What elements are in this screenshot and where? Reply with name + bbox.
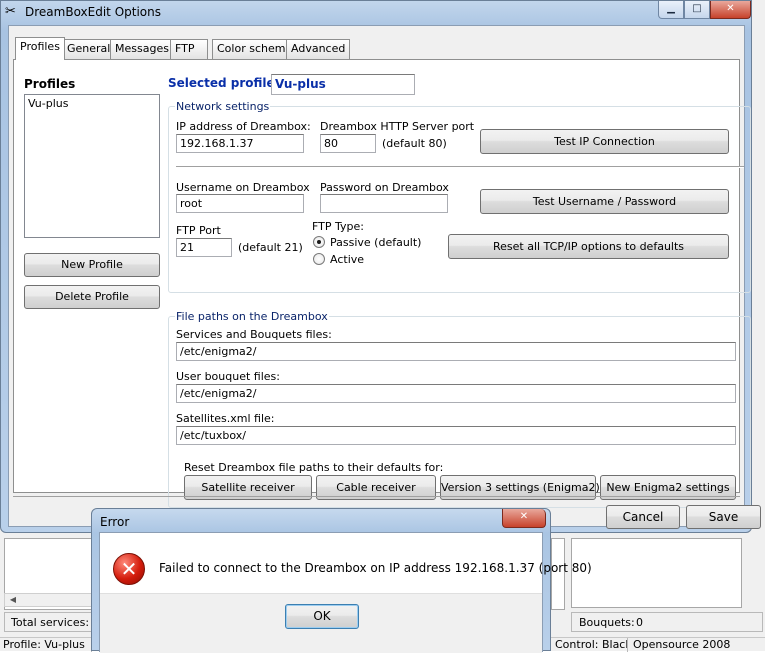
services-path-field[interactable]: /etc/enigma2/ — [176, 342, 736, 361]
error-title: Error — [100, 515, 130, 529]
username-label: Username on Dreambox — [176, 181, 310, 194]
error-icon: ✕ — [113, 553, 145, 585]
total-services-bar: Total services: — [4, 612, 96, 632]
tab-messages[interactable]: Messages — [110, 39, 174, 59]
http-port-default: (default 80) — [382, 137, 447, 150]
http-port-field[interactable]: 80 — [320, 134, 376, 153]
ftp-type-label: FTP Type: — [312, 220, 364, 233]
options-client-area: Profiles General Messages FTP Color sche… — [8, 25, 761, 529]
user-bouquet-path-label: User bouquet files: — [176, 370, 280, 383]
dreamboxedit-app-icon: ✂ — [5, 4, 16, 19]
bouquets-label: Bouquets: — [579, 616, 635, 629]
bouquets-bar: Bouquets: 0 — [571, 612, 763, 632]
file-paths-title: File paths on the Dreambox — [175, 310, 329, 323]
dialog-bottom-separator — [13, 496, 740, 497]
total-services-label: Total services: — [11, 616, 90, 629]
reset-tcpip-button[interactable]: Reset all TCP/IP options to defaults — [448, 234, 729, 259]
services-path-label: Services and Bouquets files: — [176, 328, 332, 341]
error-client-area: ✕ Failed to connect to the Dreambox on I… — [99, 532, 592, 653]
status-profile: Profile: Vu-plus — [0, 638, 92, 652]
username-field[interactable]: root — [176, 194, 304, 213]
ftp-port-field[interactable]: 21 — [176, 238, 232, 257]
error-dialog: Error ✕ ✕ Failed to connect to the Dream… — [91, 508, 592, 653]
test-username-password-button[interactable]: Test Username / Password — [480, 189, 729, 214]
ftp-passive-radio[interactable] — [313, 236, 325, 248]
profiles-heading: Profiles — [24, 77, 76, 91]
reset-paths-label: Reset Dreambox file paths to their defau… — [184, 461, 444, 474]
ftp-port-default: (default 21) — [238, 241, 303, 254]
password-field[interactable] — [320, 194, 448, 213]
close-button[interactable]: ✕ — [710, 1, 751, 19]
tab-ftp[interactable]: FTP — [170, 39, 208, 59]
cancel-button[interactable]: Cancel — [606, 505, 680, 529]
network-separator — [176, 166, 744, 168]
new-profile-button[interactable]: New Profile — [24, 253, 160, 277]
save-button[interactable]: Save — [686, 505, 761, 529]
tab-general[interactable]: General — [62, 39, 116, 59]
options-dialog: ✂ DreamBoxEdit Options ▁ □ ✕ Profiles Ge… — [0, 0, 761, 533]
services-hscrollbar[interactable]: ◀ — [4, 593, 94, 607]
satellites-path-field[interactable]: /etc/tuxbox/ — [176, 426, 736, 445]
test-ip-connection-button[interactable]: Test IP Connection — [480, 129, 729, 154]
ok-button[interactable]: OK — [285, 604, 359, 629]
error-close-button[interactable]: ✕ — [502, 509, 546, 528]
error-message: Failed to connect to the Dreambox on IP … — [159, 561, 592, 575]
satellites-path-label: Satellites.xml file: — [176, 412, 275, 425]
http-port-label: Dreambox HTTP Server port — [320, 120, 475, 133]
minimize-button[interactable]: ▁ — [658, 1, 684, 19]
password-label: Password on Dreambox — [320, 181, 449, 194]
delete-profile-button[interactable]: Delete Profile — [24, 285, 160, 309]
bouquets-list-pane[interactable] — [571, 538, 742, 608]
ip-address-field[interactable]: 192.168.1.37 — [176, 134, 304, 153]
ftp-active-radio[interactable] — [313, 253, 325, 265]
profiles-listbox[interactable]: Vu-plus — [24, 94, 160, 238]
network-settings-title: Network settings — [175, 100, 271, 113]
profiles-tab-panel: Profiles Vu-plus New Profile Delete Prof… — [13, 59, 751, 508]
tab-profiles[interactable]: Profiles — [15, 37, 65, 60]
selected-profile-label: Selected profile: — [168, 76, 280, 90]
bouquets-count: 0 — [636, 616, 643, 629]
status-control: Control: Blacklis — [552, 638, 628, 652]
profile-list-item[interactable]: Vu-plus — [25, 95, 159, 112]
options-titlebar[interactable]: ✂ DreamBoxEdit Options ▁ □ ✕ — [1, 1, 751, 25]
maximize-button[interactable]: □ — [684, 1, 710, 19]
options-title: DreamBoxEdit Options — [25, 5, 161, 19]
ftp-active-label[interactable]: Active — [330, 253, 364, 266]
selected-profile-field[interactable]: Vu-plus — [271, 74, 415, 95]
ftp-port-label: FTP Port — [176, 224, 221, 237]
status-mode: Opensource 2008 — [633, 638, 731, 651]
ftp-passive-label[interactable]: Passive (default) — [330, 236, 421, 249]
user-bouquet-path-field[interactable]: /etc/enigma2/ — [176, 384, 736, 403]
background-right-border — [752, 0, 765, 540]
tab-advanced[interactable]: Advanced — [286, 39, 351, 59]
tab-color-scheme[interactable]: Color scheme — [212, 39, 298, 59]
scroll-left-icon[interactable]: ◀ — [5, 594, 21, 606]
ip-address-label: IP address of Dreambox: — [176, 120, 311, 133]
